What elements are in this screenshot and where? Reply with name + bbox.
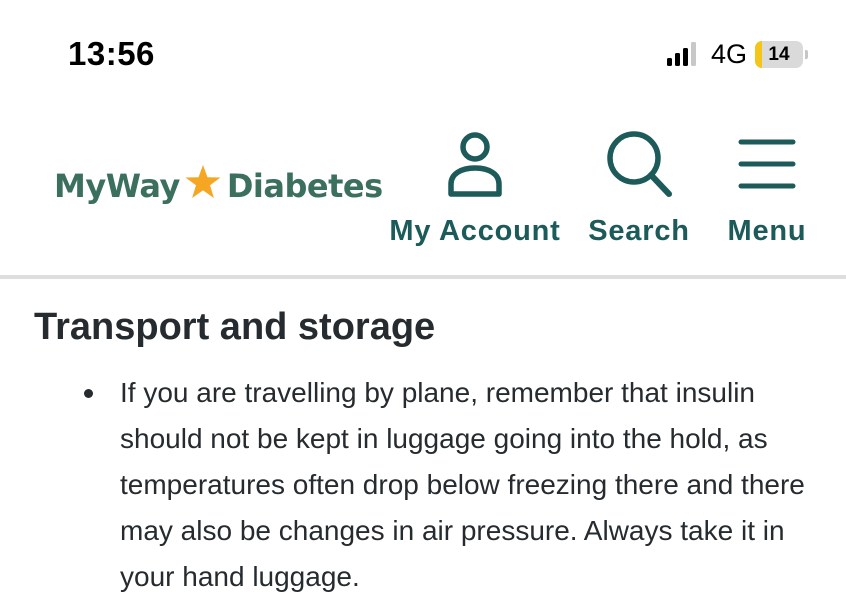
- user-icon: [448, 132, 502, 197]
- site-header: MyWay Diabetes My Account Search Menu: [0, 100, 846, 276]
- cellular-signal-icon: [666, 42, 699, 66]
- bullet-point: [84, 389, 93, 398]
- header-nav: My Account Search Menu: [0, 100, 846, 276]
- battery-level: 14: [768, 43, 790, 65]
- battery-icon: 14: [755, 40, 803, 68]
- network-type-label: 4G: [710, 39, 747, 69]
- battery-nub: [805, 49, 808, 59]
- my-account-label: My Account: [389, 215, 561, 247]
- search-label: Search: [588, 215, 690, 247]
- menu-label: Menu: [727, 215, 807, 247]
- bullet-list: If you are travelling by plane, remember…: [84, 370, 824, 600]
- status-indicators: 4G 14: [666, 38, 808, 70]
- search-icon: [607, 131, 672, 197]
- my-account-button[interactable]: My Account: [384, 128, 566, 248]
- hamburger-menu-icon: [738, 139, 796, 189]
- section-heading: Transport and storage: [34, 306, 436, 348]
- menu-button[interactable]: Menu: [722, 128, 812, 248]
- status-time: 13:56: [68, 35, 155, 72]
- search-button[interactable]: Search: [586, 128, 692, 248]
- header-divider: [0, 275, 846, 279]
- status-bar: 13:56 4G 14: [0, 0, 846, 100]
- list-item: If you are travelling by plane, remember…: [84, 370, 824, 600]
- list-item-text: If you are travelling by plane, remember…: [120, 377, 805, 592]
